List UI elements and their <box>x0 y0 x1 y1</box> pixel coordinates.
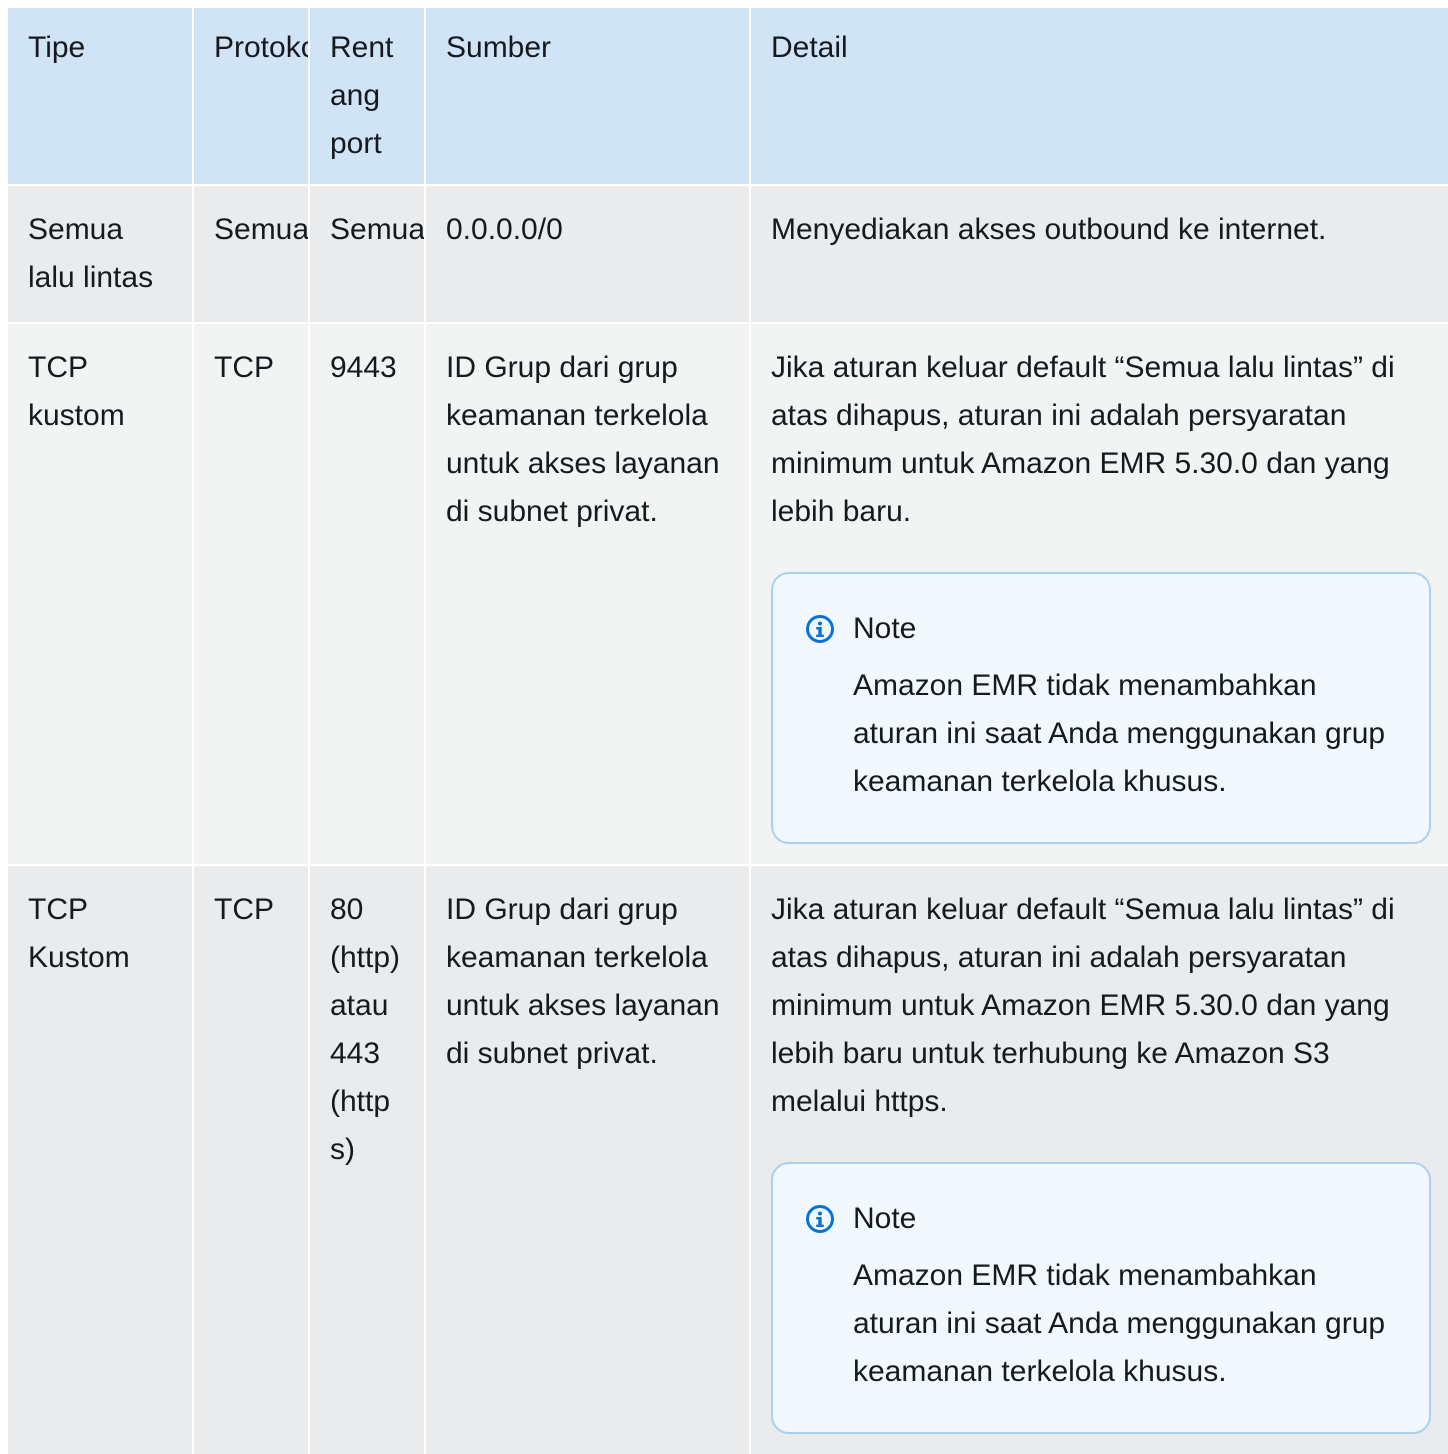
note-body: Amazon EMR tidak menambahkan aturan ini … <box>853 669 1386 798</box>
info-circle-icon <box>806 1205 834 1233</box>
table-row: Semua lalu lintas Semua Semua 0.0.0.0/0 … <box>8 185 1448 323</box>
note-callout: Note Amazon EMR tidak menambahkan aturan… <box>771 1162 1431 1434</box>
note-body: Amazon EMR tidak menambahkan aturan ini … <box>853 1259 1386 1388</box>
header-type: Tipe <box>28 31 86 64</box>
header-protocol: Protokol <box>192 8 309 185</box>
cell-type: Semua lalu lintas <box>28 213 154 294</box>
header-port-range: Rentang port <box>308 8 425 185</box>
table-header: Tipe Protokol Rentang port Sumber Detail <box>8 8 1448 185</box>
cell-source: ID Grup dari grup keamanan terkelola unt… <box>424 323 750 865</box>
cell-detail: Jika aturan keluar default “Semua lalu l… <box>749 323 1448 865</box>
note-header: Note <box>805 1194 1399 1244</box>
note-title: Note <box>853 612 917 645</box>
header-source: Sumber <box>424 8 750 185</box>
table-row: TCP kustom TCP 9443 ID Grup dari grup ke… <box>8 323 1448 865</box>
note-title: Note <box>853 1202 917 1235</box>
cell-detail: Menyediakan akses outbound ke internet. <box>749 185 1448 323</box>
header-row: Tipe Protokol Rentang port Sumber Detail <box>8 8 1448 185</box>
cell-type: TCP kustom <box>28 351 125 432</box>
cell-protocol: TCP <box>192 323 309 865</box>
outbound-rules-table: Tipe Protokol Rentang port Sumber Detail… <box>8 8 1448 1454</box>
cell-port-range: 9443 <box>308 323 425 865</box>
cell-source: 0.0.0.0/0 <box>424 185 750 323</box>
rules-table-container: Tipe Protokol Rentang port Sumber Detail… <box>8 8 1448 1454</box>
cell-port-range: Semua <box>308 185 425 323</box>
detail-text: Jika aturan keluar default “Semua lalu l… <box>771 351 1395 528</box>
note-header: Note <box>805 604 1399 654</box>
detail-text: Jika aturan keluar default “Semua lalu l… <box>771 893 1395 1118</box>
note-callout: Note Amazon EMR tidak menambahkan aturan… <box>771 572 1431 844</box>
header-detail: Detail <box>749 8 1448 185</box>
info-circle-icon <box>806 615 834 643</box>
table-body: Semua lalu lintas Semua Semua 0.0.0.0/0 … <box>8 185 1448 1454</box>
cell-protocol: Semua <box>192 185 309 323</box>
